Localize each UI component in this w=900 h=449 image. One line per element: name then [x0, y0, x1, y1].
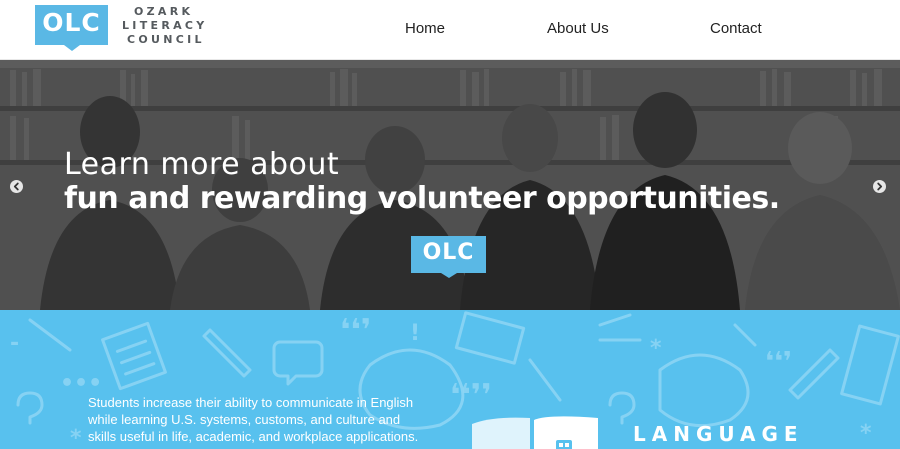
hero-badge-text: OLC [422, 240, 475, 265]
program-label: LANGUAGE [633, 422, 804, 446]
slider-prev-button[interactable] [10, 180, 23, 193]
chevron-left-icon [13, 182, 19, 191]
hero-heading: Learn more about fun and rewarding volun… [64, 148, 864, 216]
svg-text:*: * [650, 336, 662, 361]
open-book-icon [472, 416, 598, 449]
slider-next-button[interactable] [873, 180, 886, 193]
svg-text:❛❛❜: ❛❛❜ [340, 313, 371, 348]
svg-text:*: * [70, 426, 82, 449]
svg-text:-: - [10, 331, 19, 356]
hero-badge-notch [441, 273, 457, 278]
main-nav: Home About Us Contact [0, 0, 900, 60]
hero-slider: Learn more about fun and rewarding volun… [0, 60, 900, 310]
site-header: OLC OZARK LITERACY COUNCIL Home About Us… [0, 0, 900, 60]
svg-text:•••: ••• [60, 371, 102, 396]
chevron-right-icon [877, 182, 883, 191]
nav-home-link[interactable]: Home [405, 20, 445, 37]
svg-text:❛❛❜❜: ❛❛❜❜ [450, 378, 492, 413]
nav-about-link[interactable]: About Us [547, 20, 609, 37]
hero-heading-line1: Learn more about [64, 147, 340, 182]
nav-contact-link[interactable]: Contact [710, 20, 762, 37]
program-description: Students increase their ability to commu… [88, 395, 419, 444]
program-band: ❛❛❜ ❛❛❜❜ ❛❛❜ ••• * ! * * - Students incr… [0, 310, 900, 449]
svg-text:!: ! [410, 321, 420, 346]
hero-heading-line2: fun and rewarding volunteer opportunitie… [64, 181, 780, 216]
svg-text:*: * [860, 421, 872, 446]
hero-olc-badge: OLC [411, 236, 486, 278]
svg-text:❛❛❜: ❛❛❜ [765, 347, 792, 377]
